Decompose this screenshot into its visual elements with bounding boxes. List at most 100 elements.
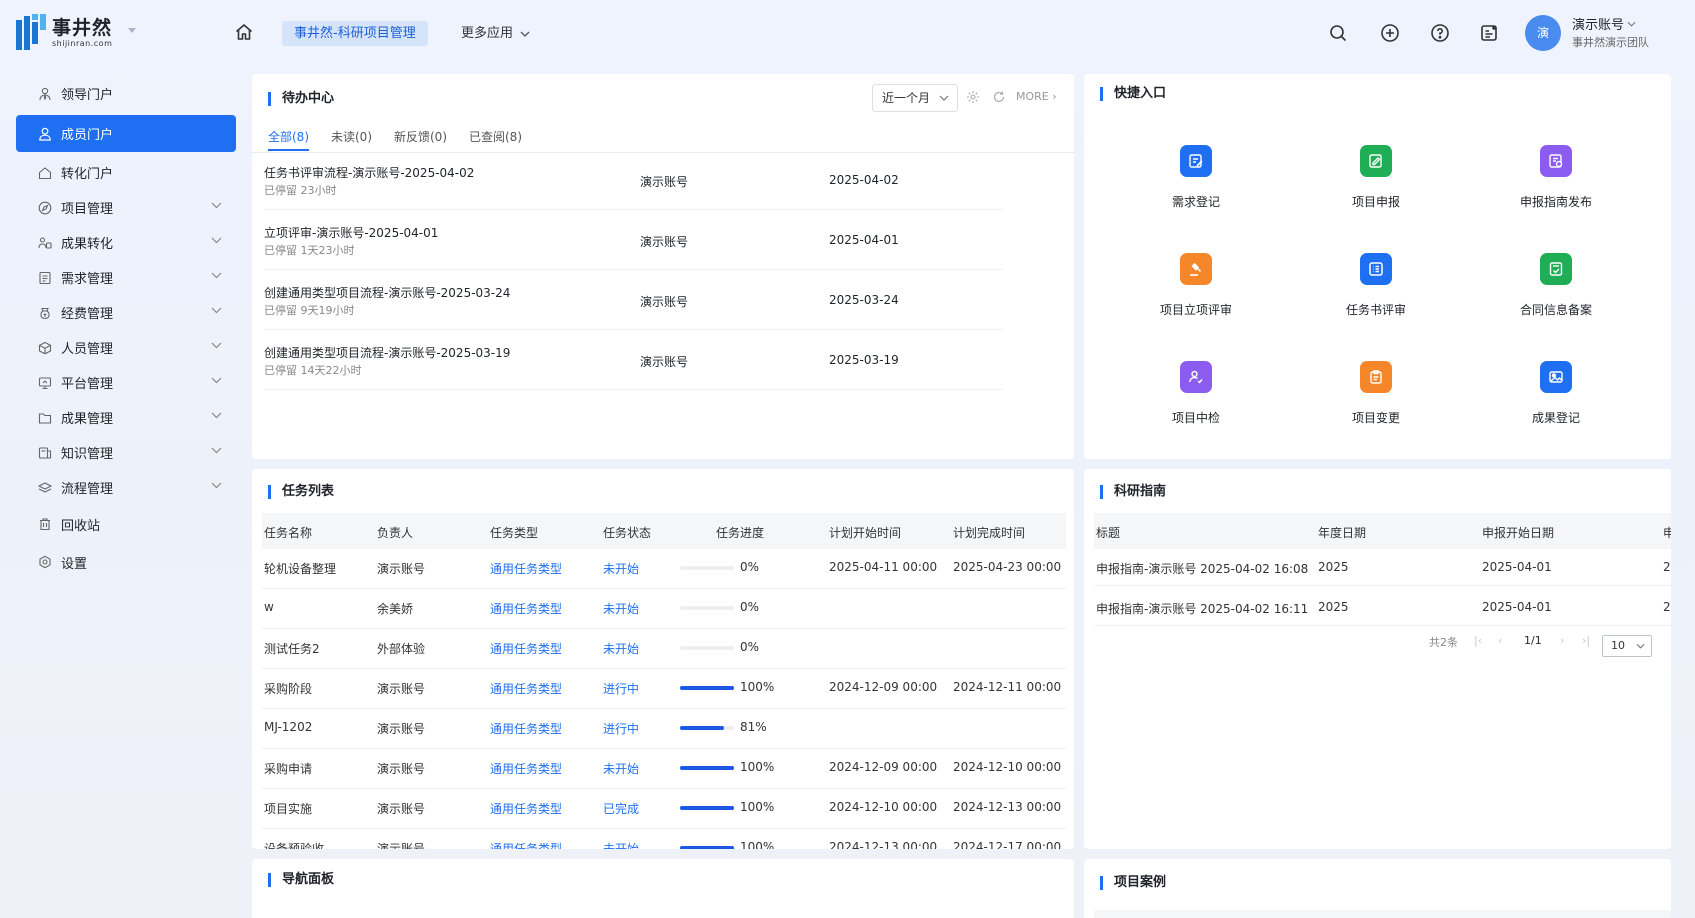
table-row[interactable]: 设备预验收 演示账号 通用任务类型 未开始 2024-12-13 00:00 2024-1… xyxy=(262,829,1066,849)
chevron-down-icon xyxy=(211,482,222,489)
quick-entry-midterm-check[interactable]: 项目中检 xyxy=(1136,361,1256,426)
table-row[interactable]: 申报指南-演示账号 2025-04-02 16:11 2025 2025-04-… xyxy=(1094,589,1671,626)
prev-page-icon[interactable]: ‹ xyxy=(1498,634,1502,647)
table-row[interactable]: 项目实施 演示账号 通用任务类型 已完成 2024-12-10 00:00 2024-12… xyxy=(262,789,1066,829)
task-cell-name[interactable]: 项目实施 xyxy=(264,800,312,817)
sidebar-item-settings[interactable]: 设置 xyxy=(16,543,236,581)
table-row[interactable]: MJ-1202 演示账号 通用任务类型 进行中 81% xyxy=(262,709,1066,749)
home-icon[interactable] xyxy=(234,22,254,42)
more-link[interactable]: MORE › xyxy=(1016,90,1057,103)
task-cell-name[interactable]: MJ-1202 xyxy=(264,720,312,734)
tab-all[interactable]: 全部(8) xyxy=(268,128,309,151)
tab-unread[interactable]: 未读(0) xyxy=(331,128,372,150)
gear-icon[interactable] xyxy=(966,90,980,104)
brand-switch-caret-icon[interactable] xyxy=(128,28,136,33)
period-select[interactable]: 近一个月 xyxy=(872,84,958,112)
task-cell-type[interactable]: 通用任务类型 xyxy=(490,640,562,657)
help-icon[interactable] xyxy=(1430,23,1450,43)
task-cell-status[interactable]: 未开始 xyxy=(603,560,639,577)
table-row[interactable]: 申报指南-演示账号 2025-04-02 16:08 2025 2025-04-… xyxy=(1094,549,1671,586)
edit-doc-icon xyxy=(1180,145,1212,177)
todo-item-title[interactable]: 创建通用类型项目流程-演示账号-2025-03-19 xyxy=(264,344,510,361)
sidebar-item-recycle-bin[interactable]: 回收站 xyxy=(16,505,236,543)
task-cell-type[interactable]: 通用任务类型 xyxy=(490,600,562,617)
more-apps-menu[interactable]: 更多应用 xyxy=(461,22,530,46)
user-icon xyxy=(39,127,51,141)
todo-item[interactable]: 创建通用类型项目流程-演示账号-2025-03-24 已停留 9天19小时 演示… xyxy=(264,274,1004,330)
table-row[interactable]: 轮机设备整理 演示账号 通用任务类型 未开始 2025-04-11 00:00 2025-… xyxy=(262,549,1066,589)
guide-cell-title[interactable]: 申报指南-演示账号 2025-04-02 16:08 xyxy=(1096,560,1308,577)
task-cell-type[interactable]: 通用任务类型 xyxy=(490,840,562,849)
quick-entry-demand-register[interactable]: 需求登记 xyxy=(1136,145,1256,210)
quick-entry-project-change[interactable]: 项目变更 xyxy=(1316,361,1436,426)
project-cases-title: 项目案例 xyxy=(1100,874,1166,892)
sidebar-item-knowledge-mgmt[interactable]: 知识管理 xyxy=(16,435,236,470)
task-cell-name[interactable]: 轮机设备整理 xyxy=(264,560,336,577)
brand-logo[interactable]: 事井然 shijinran.com xyxy=(16,14,112,52)
quick-entry-contract-record[interactable]: 合同信息备案 xyxy=(1496,253,1616,318)
quick-entry-guide-publish[interactable]: 申报指南发布 xyxy=(1496,145,1616,210)
task-cell-type[interactable]: 通用任务类型 xyxy=(490,560,562,577)
quick-entry-approval-review[interactable]: 项目立项评审 xyxy=(1136,253,1256,318)
sidebar-item-platform-mgmt[interactable]: 平台管理 xyxy=(16,365,236,400)
add-circle-icon[interactable] xyxy=(1380,23,1400,43)
search-icon[interactable] xyxy=(1328,23,1348,43)
period-select-value: 近一个月 xyxy=(882,91,931,105)
last-page-icon[interactable]: ›| xyxy=(1582,634,1590,647)
guide-cell-title[interactable]: 申报指南-演示账号 2025-04-02 16:11 xyxy=(1096,600,1308,617)
sidebar-item-demand-mgmt[interactable]: 需求管理 xyxy=(16,260,236,295)
tab-read[interactable]: 已查阅(8) xyxy=(469,128,522,150)
task-cell-name[interactable]: 测试任务2 xyxy=(264,640,320,657)
task-cell-status[interactable]: 进行中 xyxy=(603,720,639,737)
table-row[interactable]: w 余美娇 通用任务类型 未开始 0% xyxy=(262,589,1066,629)
current-app-tab[interactable]: 事井然-科研项目管理 xyxy=(282,21,428,46)
sidebar-item-process-mgmt[interactable]: 流程管理 xyxy=(16,470,236,505)
table-row[interactable]: 采购申请 演示账号 通用任务类型 未开始 2024-12-09 00:00 2024-12… xyxy=(262,749,1066,789)
quick-entry-achievement-register[interactable]: 成果登记 xyxy=(1496,361,1616,426)
refresh-icon[interactable] xyxy=(992,90,1006,104)
todo-item-title[interactable]: 立项评审-演示账号-2025-04-01 xyxy=(264,224,438,241)
progress-text: 100% xyxy=(740,680,775,694)
sidebar-item-transfer-portal[interactable]: 转化门户 xyxy=(16,155,236,190)
next-page-icon[interactable]: › xyxy=(1560,634,1564,647)
notice-icon[interactable] xyxy=(1479,23,1499,43)
task-cell-status[interactable]: 进行中 xyxy=(603,680,639,697)
table-row[interactable]: 测试任务2 外部体验 通用任务类型 未开始 0% xyxy=(262,629,1066,669)
task-cell-type[interactable]: 通用任务类型 xyxy=(490,720,562,737)
sidebar-item-project-mgmt[interactable]: 项目管理 xyxy=(16,190,236,225)
task-cell-name[interactable]: w xyxy=(264,600,274,614)
tab-new-feedback[interactable]: 新反馈(0) xyxy=(394,128,447,150)
sidebar-item-leader-portal[interactable]: 领导门户 xyxy=(16,77,236,110)
todo-item-title[interactable]: 任务书评审流程-演示账号-2025-04-02 xyxy=(264,164,474,181)
task-cell-type[interactable]: 通用任务类型 xyxy=(490,760,562,777)
task-cell-status[interactable]: 未开始 xyxy=(603,760,639,777)
sidebar-item-funds-mgmt[interactable]: 经费管理 xyxy=(16,295,236,330)
task-cell-type[interactable]: 通用任务类型 xyxy=(490,680,562,697)
avatar[interactable]: 演 xyxy=(1525,15,1561,51)
todo-item[interactable]: 任务书评审流程-演示账号-2025-04-02 已停留 23小时 演示账号 20… xyxy=(264,154,1004,210)
todo-item[interactable]: 创建通用类型项目流程-演示账号-2025-03-19 已停留 14天22小时 演… xyxy=(264,334,1004,390)
todo-item[interactable]: 立项评审-演示账号-2025-04-01 已停留 1天23小时 演示账号 202… xyxy=(264,214,1004,270)
task-cell-owner: 演示账号 xyxy=(377,722,426,736)
task-cell-status[interactable]: 未开始 xyxy=(603,840,639,849)
page-size-select[interactable]: 10 xyxy=(1602,635,1652,657)
todo-item-title[interactable]: 创建通用类型项目流程-演示账号-2025-03-24 xyxy=(264,284,510,301)
task-cell-status[interactable]: 未开始 xyxy=(603,640,639,657)
first-page-icon[interactable]: |‹ xyxy=(1474,634,1482,647)
task-cell-name[interactable]: 采购申请 xyxy=(264,760,312,777)
task-cell-status[interactable]: 未开始 xyxy=(603,600,639,617)
sidebar-item-achievement-transfer[interactable]: 成果转化 xyxy=(16,225,236,260)
sidebar-item-achievement-mgmt[interactable]: 成果管理 xyxy=(16,400,236,435)
quick-entry-project-apply[interactable]: 项目申报 xyxy=(1316,145,1436,210)
task-cell-status[interactable]: 已完成 xyxy=(603,800,639,817)
task-cell-type[interactable]: 通用任务类型 xyxy=(490,800,562,817)
user-menu[interactable]: 演示账号 xyxy=(1572,14,1636,33)
pager-total: 共2条 xyxy=(1429,636,1458,649)
table-row[interactable]: 采购阶段 演示账号 通用任务类型 进行中 2024-12-09 00:00 2024-12… xyxy=(262,669,1066,709)
task-cell-name[interactable]: 采购阶段 xyxy=(264,680,312,697)
pager-current: 1/1 xyxy=(1524,634,1542,647)
sidebar-item-personnel-mgmt[interactable]: 人员管理 xyxy=(16,330,236,365)
task-cell-name[interactable]: 设备预验收 xyxy=(264,840,324,849)
sidebar-item-member-portal[interactable]: 成员门户 xyxy=(16,115,236,152)
quick-entry-task-review[interactable]: 任务书评审 xyxy=(1316,253,1436,318)
